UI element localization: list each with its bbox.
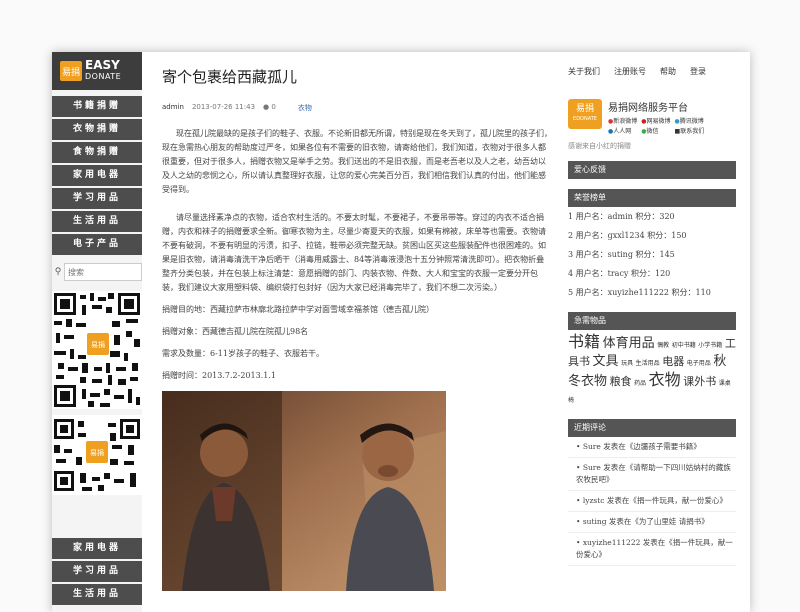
nav-item-food[interactable]: 食物捐赠 [52,142,142,163]
social-wechat[interactable]: ●微信 [641,126,670,135]
qr-logo-text: 易捐 [91,340,105,349]
nav-about[interactable]: 关于我们 [568,66,600,77]
article-author[interactable]: admin [162,103,184,113]
recent-comments-list: • Sure 发表在《边疆孩子需要书籍》 • Sure 发表在《请帮助一下四川姑… [568,437,736,566]
target-value: 西藏德吉孤儿院在院孤儿98名 [202,327,309,336]
qr-logo-text-2: 易捐 [90,448,104,457]
tag-link[interactable]: 书籍 [568,332,600,351]
section-love-feedback: 爱心反馈 [568,161,736,179]
nav-bottom-daily[interactable]: 生活用品 [52,584,142,605]
section-recent-comments: 近期评论 [568,419,736,437]
search-icon[interactable]: ⚲ [52,267,64,277]
comment-item[interactable]: • xuyizhe111222 发表在《捐一件玩具，献一份爱心》 [568,533,736,566]
page-frame: 易捐 EASY DONATE 书籍捐赠 衣物捐赠 食物捐赠 家用电器 学习用品 … [52,52,750,612]
qr-code-wechat: 易捐 [52,415,142,495]
scroll-ticker: 感谢来自小红的捐赠 [568,142,631,150]
nav-bottom-study[interactable]: 学习用品 [52,561,142,582]
nav-bottom-appliances[interactable]: 家用电器 [52,538,142,559]
tag-link[interactable]: 药品 [634,380,646,387]
tag-link[interactable]: 文具 [593,354,619,369]
social-renren[interactable]: ●人人网 [608,126,637,135]
tag-link[interactable]: 偶教 [657,342,669,349]
comment-item[interactable]: • lyzstc 发表在《捐一件玩具，献一份爱心》 [568,491,736,512]
rank-item: 4 用户名：tracy 积分：120 [568,269,671,278]
nav-item-electronics[interactable]: 电子产品 [52,234,142,255]
rank-list: 1 用户名：admin 积分：320 2 用户名：gxxl1234 积分：150… [568,207,736,302]
nav-item-appliances[interactable]: 家用电器 [52,165,142,186]
article: 寄个包裹给西藏孤儿 admin 2013-07-26 11:43 ● 0 衣物 … [162,52,552,595]
article-date: 2013-07-26 11:43 [191,103,256,111]
tag-link[interactable]: 粮食 [610,375,632,388]
brand-title: 易捐网络服务平台 [608,103,688,114]
category-nav-bottom: 家用电器 学习用品 生活用品 [52,536,142,605]
site-logo[interactable]: 易捐 EASY DONATE [52,52,142,90]
comment-item[interactable]: • suting 发表在《为了山里娃 请捐书》 [568,512,736,533]
tag-link[interactable]: 小学书籍 [698,342,722,349]
article-title[interactable]: 寄个包裹给西藏孤儿 [162,66,552,87]
rank-item: 1 用户名：admin 积分：320 [568,212,675,221]
qr-code-weibo: 易捐 [52,291,142,409]
donation-target: 捐赠对象：西藏德吉孤儿院在院孤儿98名 [162,325,552,339]
rank-item: 5 用户名：xuyizhe111222 积分：110 [568,288,711,297]
comment-count-value: 0 [271,103,276,111]
tag-link[interactable]: 课外书 [683,375,716,388]
need-value: 6-11岁孩子的鞋子、衣服若干。 [210,349,324,358]
left-sidebar: 易捐 EASY DONATE 书籍捐赠 衣物捐赠 食物捐赠 家用电器 学习用品 … [52,52,142,612]
search-box: ⚲ [52,263,142,281]
time-value: 2013.7.2-2013.1.1 [202,371,276,380]
top-nav: 关于我们 注册账号 帮助 登录 [568,66,736,77]
social-netease-weibo[interactable]: ●网易微博 [641,116,670,125]
destination-value: 西藏拉萨市林廓北路拉萨中学对面雪域幸福茶馆（德吉孤儿院） [210,305,434,314]
tag-link[interactable]: 玩具 [621,360,633,367]
logo-line2: DONATE [85,72,122,81]
rank-item: 3 用户名：suting 积分：145 [568,250,675,259]
social-sina-weibo[interactable]: ●新浪微博 [608,116,637,125]
article-paragraph-1: 现在孤儿院最缺的是孩子们的鞋子、衣服。不论新旧都无所谓，特别是现在冬天到了，孤儿… [162,129,552,194]
brand-block: 易捐 EDONATE 易捐网络服务平台 ●新浪微博 ●网易微博 ●腾讯微博 ●人… [568,99,736,135]
social-contact[interactable]: ■联系我们 [675,126,705,135]
comment-count[interactable]: ● 0 [263,103,276,113]
section-honor-rank: 荣誉榜单 [568,189,736,207]
article-category[interactable]: 衣物 [298,103,312,113]
social-links: ●新浪微博 ●网易微博 ●腾讯微博 ●人人网 ●微信 ■联系我们 [608,116,704,135]
section-urgent-items: 急需物品 [568,312,736,330]
brand-logo-cn: 易捐 [575,104,594,114]
tag-link[interactable]: 初中书籍 [672,342,696,349]
rank-item: 2 用户名：gxxl1234 积分：150 [568,231,687,240]
comment-bubble-icon: ● [263,103,270,111]
donation-need: 需求及数量：6-11岁孩子的鞋子、衣服若干。 [162,347,552,361]
tag-link[interactable]: 衣物 [649,370,681,389]
donation-time: 捐赠时间：2013.7.2-2013.1.1 [162,369,552,383]
nav-login[interactable]: 登录 [690,66,706,77]
nav-item-study[interactable]: 学习用品 [52,188,142,209]
search-input[interactable] [64,263,142,281]
comment-item[interactable]: • Sure 发表在《边疆孩子需要书籍》 [568,437,736,458]
tag-link[interactable]: 体育用品 [603,336,655,351]
tag-link[interactable]: 电子用品 [687,360,711,367]
nav-item-daily[interactable]: 生活用品 [52,211,142,232]
logo-badge: 易捐 [60,61,82,81]
brand-logo-en: EDONATE [573,116,597,122]
logo-line1: EASY [85,58,120,72]
article-paragraph-2: 请尽量选择素净点的衣物，适合农村生活的。不要太时髦，不要裙子，不要吊带等。穿过的… [162,213,546,292]
social-tencent-weibo[interactable]: ●腾讯微博 [675,116,705,125]
tag-cloud: 书籍 体育用品 偶教 初中书籍 小学书籍 工具书 文具 玩具 生活用品 电器 电… [568,334,736,409]
nav-item-clothes[interactable]: 衣物捐赠 [52,119,142,140]
target-label: 捐赠对象： [162,327,202,336]
brand-logo[interactable]: 易捐 EDONATE [568,99,602,129]
nav-register[interactable]: 注册账号 [614,66,646,77]
article-photo [162,391,446,591]
time-label: 捐赠时间： [162,371,202,380]
donation-destination: 捐赠目的地：西藏拉萨市林廓北路拉萨中学对面雪域幸福茶馆（德吉孤儿院） [162,303,552,317]
comment-item[interactable]: • Sure 发表在《请帮助一下四川姑纳村的藏族农牧民吧》 [568,458,736,491]
right-sidebar: 关于我们 注册账号 帮助 登录 易捐 EDONATE 易捐网络服务平台 ●新浪微… [568,52,736,566]
nav-help[interactable]: 帮助 [660,66,676,77]
category-nav: 书籍捐赠 衣物捐赠 食物捐赠 家用电器 学习用品 生活用品 电子产品 [52,96,142,255]
tag-link[interactable]: 电器 [662,355,684,368]
need-label: 需求及数量： [162,349,210,358]
destination-label: 捐赠目的地： [162,305,210,314]
tag-link[interactable]: 生活用品 [636,360,660,367]
nav-item-books[interactable]: 书籍捐赠 [52,96,142,117]
article-meta: admin 2013-07-26 11:43 ● 0 衣物 [162,103,552,113]
